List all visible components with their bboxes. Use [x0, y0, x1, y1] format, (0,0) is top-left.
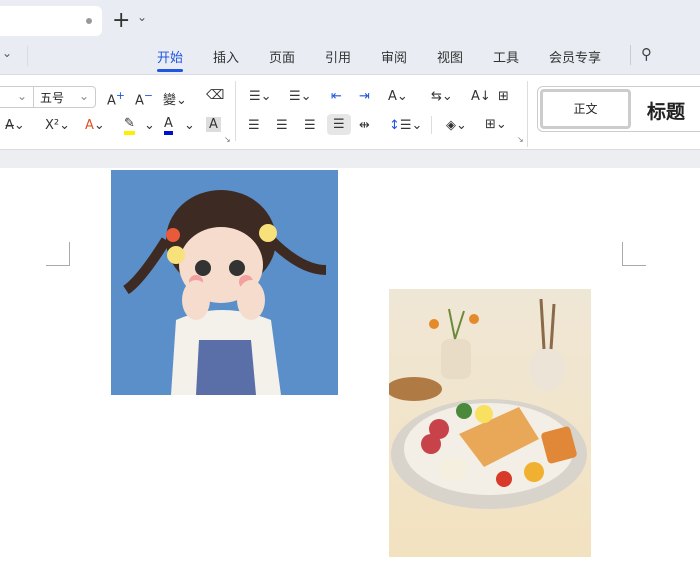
tab-home[interactable]: 开始: [157, 47, 184, 72]
grow-font-icon[interactable]: A+: [107, 89, 125, 108]
tab-tools[interactable]: 工具: [493, 47, 519, 66]
tab-view[interactable]: 视图: [437, 47, 463, 66]
phonetic-guide-icon[interactable]: 變⌄: [163, 89, 187, 108]
tab-insert[interactable]: 插入: [213, 47, 239, 66]
document-tab[interactable]: [0, 6, 102, 36]
ruler-gap: [0, 150, 700, 170]
title-bar: + ⌄ ⌄ 开始 插入 页面 引用 审阅 视图 工具 会员专享 ⚲: [0, 0, 700, 74]
justify-icon[interactable]: ☰: [327, 114, 351, 135]
char-spacing-icon[interactable]: A⌄: [388, 89, 408, 104]
numbered-list-icon[interactable]: ☰⌄: [289, 89, 312, 104]
girl-illustration-image[interactable]: [111, 170, 338, 395]
margin-corner-right: [622, 242, 646, 266]
girl-illustration: [123, 190, 327, 395]
search-icon[interactable]: ⚲: [641, 45, 652, 63]
table-grid-icon[interactable]: ⊞: [498, 89, 509, 104]
superscript-icon[interactable]: X²⌄: [45, 118, 70, 133]
style-normal[interactable]: 正文: [540, 89, 631, 129]
paragraph-dialog-launcher[interactable]: ↘: [517, 135, 524, 144]
align-right-icon[interactable]: ☰: [304, 118, 316, 133]
unsaved-dot-icon: [86, 18, 92, 24]
align-center-icon[interactable]: ☰: [276, 118, 288, 133]
tab-references[interactable]: 引用: [325, 47, 351, 66]
increase-indent-icon[interactable]: ⇥: [359, 89, 370, 104]
margin-corner-left: [46, 242, 70, 266]
font-size-select[interactable]: 五号 ⌄: [33, 86, 96, 108]
ribbon-toolbar: ⌄ 五号 ⌄ A+ A− 變⌄ ⌫ A̶⌄ X²⌄ A⌄ ✎ ⌄ A ⌄ A ↘ ☰⌄…: [0, 74, 700, 150]
tab-page[interactable]: 页面: [269, 47, 295, 66]
new-tab-button[interactable]: +: [112, 8, 130, 33]
breakfast-plate: [389, 298, 587, 509]
tab-review[interactable]: 审阅: [381, 47, 407, 66]
text-direction-icon[interactable]: ⇆⌄: [431, 89, 453, 104]
style-heading[interactable]: 标题: [647, 97, 685, 124]
borders-icon[interactable]: ⊞⌄: [485, 117, 507, 132]
menu-chevron-icon[interactable]: ⌄: [2, 46, 12, 60]
decrease-indent-icon[interactable]: ⇤: [331, 89, 342, 104]
highlight-icon[interactable]: ✎: [124, 116, 135, 135]
bullet-list-icon[interactable]: ☰⌄: [249, 89, 272, 104]
document-page[interactable]: [0, 168, 700, 580]
font-color-icon[interactable]: A: [164, 116, 173, 135]
text-outline-icon[interactable]: A⌄: [85, 118, 105, 133]
font-dialog-launcher[interactable]: ↘: [224, 135, 231, 144]
shrink-font-icon[interactable]: A−: [135, 89, 153, 108]
distributed-icon[interactable]: ⇹: [359, 118, 370, 133]
tab-member[interactable]: 会员专享: [549, 47, 601, 66]
tab-dropdown-icon[interactable]: ⌄: [137, 10, 147, 24]
char-shading-icon[interactable]: A: [206, 117, 221, 132]
clear-format-icon[interactable]: ⌫: [206, 88, 224, 103]
line-spacing-icon[interactable]: ↕☰⌄: [389, 118, 422, 133]
shading-icon[interactable]: ◈⌄: [446, 118, 467, 133]
text-effect-icon[interactable]: A̶⌄: [5, 118, 25, 133]
font-name-select[interactable]: ⌄: [0, 86, 34, 108]
font-size-value: 五号: [40, 91, 65, 105]
breakfast-plate-image[interactable]: [389, 289, 591, 557]
align-left-icon[interactable]: ☰: [248, 118, 260, 133]
sort-icon[interactable]: A↓: [471, 89, 491, 104]
